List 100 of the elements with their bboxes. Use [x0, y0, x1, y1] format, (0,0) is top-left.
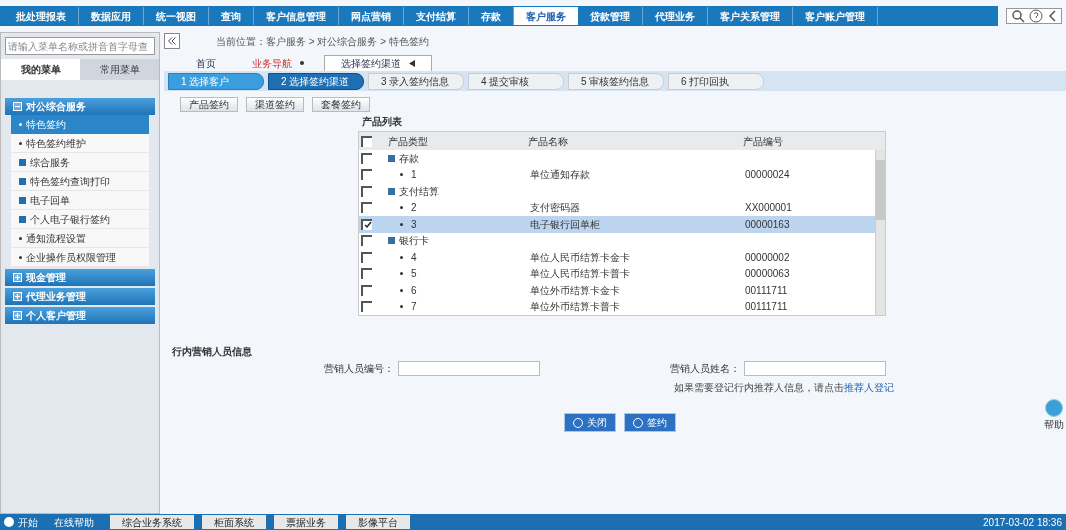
table-cell-text: 5	[411, 267, 417, 282]
group-icon	[388, 187, 395, 195]
page-tab[interactable]: 业务导航	[236, 55, 320, 71]
nav-tab[interactable]: 客户信息管理	[254, 7, 339, 25]
checkbox[interactable]	[361, 202, 372, 214]
nav-tab[interactable]: 网点营销	[339, 7, 404, 25]
table-row[interactable]: 支付结算	[359, 183, 875, 200]
table-row[interactable]: 7 单位外币结算卡普卡 00111711	[359, 298, 875, 315]
table-row[interactable]: 2 支付密码器 XX000001	[359, 199, 875, 216]
menu-section[interactable]: 个人客户管理	[5, 307, 155, 324]
taskbar-item[interactable]: 柜面系统	[202, 515, 266, 529]
table-cell-text: 00000024	[745, 168, 790, 183]
step: 6 打印回执	[668, 72, 764, 90]
sign-type-button[interactable]: 产品签约	[180, 97, 238, 112]
table-cell-text: 单位外币结算卡金卡	[530, 283, 621, 298]
back-icon[interactable]	[1047, 9, 1057, 23]
sidebar-tab[interactable]: 我的菜单	[1, 59, 80, 80]
nav-tab[interactable]: 批处理报表	[4, 7, 79, 25]
section-title: 行内营销人员信息	[172, 345, 253, 359]
nav-tab[interactable]: 贷款管理	[578, 7, 643, 25]
table-cell-text: 1	[411, 168, 417, 183]
nav-tab[interactable]: 客户账户管理	[793, 7, 878, 25]
group-icon	[388, 154, 395, 162]
table-row[interactable]: 存款	[359, 150, 875, 167]
sign-type-button[interactable]: 渠道签约	[246, 97, 304, 112]
help-label: 帮助	[1044, 418, 1064, 432]
step: 4 提交审核	[468, 72, 564, 90]
help-icon[interactable]	[1029, 9, 1043, 23]
menu-item[interactable]: 特色签约查询打印	[11, 172, 149, 191]
close-icon[interactable]	[409, 60, 415, 67]
column-header: 产品名称	[528, 134, 569, 149]
taskbar-item[interactable]: 票据业务	[274, 515, 338, 529]
taskbar-item[interactable]: 综合业务系统	[110, 515, 194, 529]
table-cell-text: 00111711	[745, 300, 788, 315]
checkbox[interactable]	[361, 135, 372, 147]
nav-tab[interactable]: 数据应用	[79, 7, 144, 25]
help-icon[interactable]	[1045, 399, 1063, 417]
column-header: 产品类型	[388, 134, 429, 149]
table-cell-text: 单位外币结算卡普卡	[530, 300, 621, 315]
nav-tab[interactable]: 支付结算	[404, 7, 469, 25]
menu-search-field[interactable]: 请输入菜单名称或拼音首字母查	[5, 37, 155, 55]
menu-item[interactable]: 通知流程设置	[11, 229, 149, 248]
table-cell-text: 6	[411, 283, 417, 298]
table-row[interactable]: 4 单位人民币结算卡金卡 00000002	[359, 249, 875, 266]
bullet-icon	[400, 288, 403, 292]
table-cell-text: 3	[411, 217, 417, 232]
nav-tab[interactable]: 客户关系管理	[708, 7, 793, 25]
group-icon	[388, 237, 395, 245]
sign-type-button[interactable]: 套餐签约	[312, 97, 370, 112]
nav-tab[interactable]: 客户服务	[514, 7, 578, 25]
table-cell-text: 2	[411, 201, 417, 216]
bullet-icon	[400, 173, 403, 177]
taskbar-item[interactable]: 影像平台	[346, 515, 410, 529]
folder-icon	[19, 158, 26, 166]
table-row[interactable]: 5 单位人民币结算卡普卡 00000063	[359, 265, 875, 282]
menu-item[interactable]: 电子回单	[11, 191, 149, 210]
menu-item[interactable]: 综合服务	[11, 153, 149, 172]
page-tab[interactable]: 首页	[180, 55, 232, 71]
menu-section[interactable]: 对公综合服务	[5, 98, 155, 115]
menu-item[interactable]: 特色签约维护	[11, 134, 149, 153]
action-button[interactable]: 签约	[624, 413, 676, 432]
taskbar-item[interactable]: 在线帮助	[46, 514, 102, 530]
bullet-icon	[400, 206, 403, 210]
start-button[interactable]: 开始	[4, 514, 38, 530]
clock: 2017-03-02 18:36	[983, 515, 1062, 530]
table-cell-text: 支付密码器	[530, 201, 581, 216]
input-field[interactable]	[744, 361, 886, 376]
field-label: 营销人员编号：	[324, 362, 394, 376]
nav-tab[interactable]: 统一视图	[144, 7, 209, 25]
table-row[interactable]: 1 单位通知存款 00000024	[359, 166, 875, 183]
search-icon[interactable]	[1011, 9, 1025, 23]
nav-tab[interactable]: 查询	[209, 7, 254, 25]
action-button[interactable]: 关闭	[564, 413, 616, 432]
menu-item[interactable]: 个人电子银行签约	[11, 210, 149, 229]
menu-item[interactable]: 企业操作员权限管理	[11, 248, 149, 267]
sidebar-tab[interactable]: 常用菜单	[80, 59, 159, 80]
input-field[interactable]	[398, 361, 540, 376]
table-row[interactable]: 3 电子银行回单柜 00000163	[359, 216, 875, 233]
bullet-icon	[19, 255, 22, 259]
bullet-icon	[19, 141, 22, 145]
scrollbar[interactable]	[875, 150, 885, 315]
menu-section[interactable]: 代理业务管理	[5, 288, 155, 305]
step: 5 审核签约信息	[568, 72, 664, 90]
table-cell-text: 银行卡	[399, 234, 429, 249]
folder-icon	[19, 196, 26, 204]
menu-section[interactable]: 现金管理	[5, 269, 155, 286]
page-tab[interactable]: 选择签约渠道	[324, 55, 432, 71]
bullet-icon	[400, 222, 403, 226]
register-link[interactable]: 推荐人登记	[844, 382, 894, 393]
collapse-icon[interactable]	[164, 33, 180, 49]
checkbox[interactable]	[361, 301, 372, 313]
table-row[interactable]: 银行卡	[359, 232, 875, 249]
folder-icon	[19, 177, 26, 185]
table-row[interactable]: 6 单位外币结算卡金卡 00111711	[359, 282, 875, 299]
table-cell-text: 00000002	[745, 250, 790, 265]
checkbox[interactable]	[361, 218, 372, 230]
table-title: 产品列表	[362, 115, 403, 129]
menu-item[interactable]: 特色签约	[11, 115, 149, 134]
bullet-icon	[400, 305, 403, 309]
nav-tab[interactable]: 代理业务	[643, 7, 708, 25]
